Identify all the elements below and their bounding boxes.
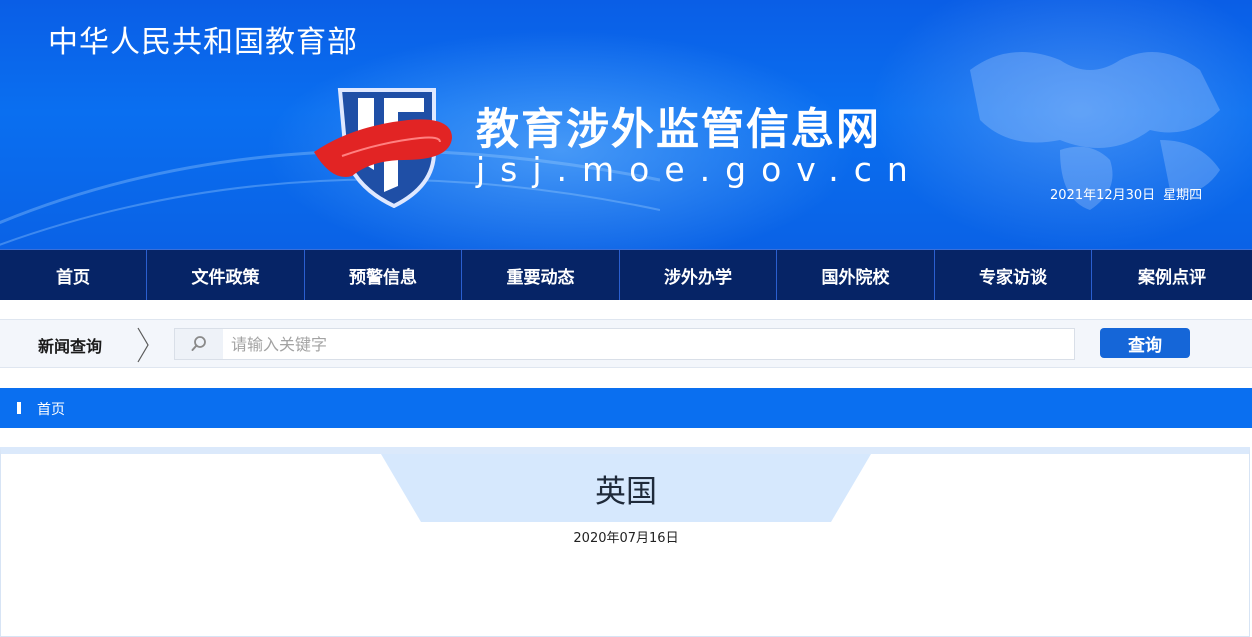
article-date: 2020年07月16日 (573, 531, 679, 546)
ministry-name: 中华人民共和国教育部 (48, 25, 358, 60)
article-title: 英国 (595, 474, 657, 510)
main-nav: 首页 文件政策 预警信息 重要动态 涉外办学 国外院校 专家访谈 案例点评 (0, 249, 1252, 300)
nav-item-foreign-institutions[interactable]: 国外院校 (777, 250, 935, 300)
article-panel: 英国 2020年07月16日 (0, 447, 1250, 637)
search-box (174, 328, 1075, 360)
site-domain: jsj.moe.gov.cn (476, 150, 923, 189)
nav-item-warning[interactable]: 预警信息 (305, 250, 462, 300)
weekday-text: 星期四 (1163, 188, 1203, 203)
nav-item-policy[interactable]: 文件政策 (147, 250, 305, 300)
breadcrumb-home-link[interactable]: 首页 (37, 399, 65, 419)
search-icon (175, 329, 223, 359)
nav-item-case-reviews[interactable]: 案例点评 (1092, 250, 1252, 300)
nav-item-expert-interviews[interactable]: 专家访谈 (935, 250, 1092, 300)
news-search-bar: 新闻查询 查询 (0, 319, 1252, 368)
header-banner: 中华人民共和国教育部 教育涉外监管信息网 jsj.moe.gov.cn 2021… (0, 0, 1252, 249)
site-logo-emblem[interactable] (312, 86, 462, 208)
search-button[interactable]: 查询 (1100, 328, 1190, 358)
breadcrumb-marker (17, 402, 21, 414)
nav-item-news[interactable]: 重要动态 (462, 250, 620, 300)
nav-item-cooperative-schooling[interactable]: 涉外办学 (620, 250, 777, 300)
search-title: 新闻查询 (38, 337, 103, 356)
breadcrumb: 首页 (0, 388, 1252, 428)
site-name[interactable]: 教育涉外监管信息网 (476, 95, 881, 157)
chevron-right-icon (137, 327, 149, 363)
search-input[interactable] (231, 329, 1071, 359)
current-date: 2021年12月30日 星期四 (1050, 184, 1202, 203)
date-text: 2021年12月30日 (1050, 188, 1156, 203)
nav-item-home[interactable]: 首页 (0, 250, 147, 300)
